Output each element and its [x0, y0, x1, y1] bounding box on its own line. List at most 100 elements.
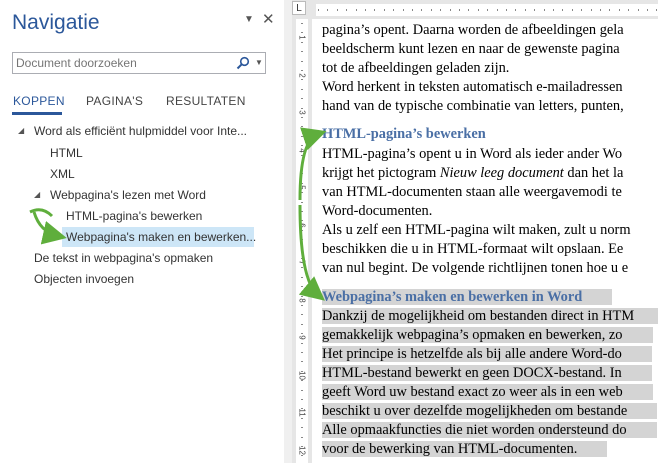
- pane-options-icon[interactable]: ▼: [244, 14, 254, 25]
- ruler-tick: [301, 408, 303, 410]
- heading-item-webpaginas-maken[interactable]: Webpagina's maken en bewerken...: [62, 227, 256, 247]
- document-paragraph-line: van nul begint. De volgende richtlijnen …: [322, 260, 629, 276]
- search-options-icon[interactable]: ▼: [255, 58, 263, 67]
- ruler-tick: [301, 295, 303, 297]
- ruler-tick: [393, 9, 395, 11]
- document-paragraph-line: Het principe is hetzelfde als bij alle a…: [322, 345, 652, 364]
- ruler-tick: [383, 9, 385, 11]
- ruler-tick: [301, 267, 303, 269]
- document-paragraph-line: beeldscherm kunt lezen en naar de gewens…: [322, 41, 620, 57]
- ruler-tick: [301, 182, 303, 184]
- search-input[interactable]: [16, 56, 226, 70]
- document-heading: HTML-pagina’s bewerken: [322, 126, 486, 142]
- ruler-tick: [301, 23, 303, 24]
- heading-item-objecten-invoegen[interactable]: Objecten invoegen: [34, 269, 134, 289]
- ruler-tick: [637, 9, 639, 11]
- document-page[interactable]: pagina’s opent. Daarna worden de afbeeld…: [312, 19, 658, 463]
- ruler-tick: [301, 164, 303, 165]
- ruler-tick: [301, 305, 303, 306]
- document-paragraph-line: Als u zelf een HTML-pagina wilt maken, z…: [322, 222, 631, 238]
- collapse-arrow-icon[interactable]: ◢: [34, 185, 40, 205]
- document-paragraph-line: gemakkelijk webpagina’s opmaken en bewer…: [322, 326, 653, 345]
- search-box[interactable]: ▼: [12, 52, 266, 74]
- ruler-tick: [600, 9, 601, 11]
- ruler-tick: [301, 342, 303, 344]
- ruler-tick: [301, 427, 303, 429]
- ruler-tick: [301, 323, 303, 325]
- heading-item-html[interactable]: HTML: [50, 143, 83, 163]
- ruler-tick: [301, 79, 303, 81]
- ruler-tick: [301, 51, 303, 53]
- ruler-tick: [301, 389, 303, 391]
- ruler-tick: [301, 436, 303, 438]
- ruler-tick: [301, 32, 303, 34]
- ruler-tick: [301, 154, 303, 156]
- ruler-tick: [562, 9, 564, 11]
- document-paragraph-line: pagina’s opent. Daarna worden de afbeeld…: [322, 22, 624, 38]
- document-paragraph-line: Dankzij de mogelijkheid om bestanden dir…: [322, 307, 658, 326]
- ruler-tick: [301, 98, 303, 100]
- navigation-pane-splitter[interactable]: [284, 0, 292, 463]
- ruler-tick: [468, 9, 470, 11]
- ruler-tick: [301, 220, 303, 222]
- heading-item-xml[interactable]: XML: [50, 164, 75, 184]
- ruler-tick: [459, 9, 460, 11]
- heading-item-html-paginas-bewerken[interactable]: HTML-pagina's bewerken: [66, 206, 202, 226]
- ruler-tick: [430, 9, 432, 11]
- ruler-tick: [301, 41, 303, 43]
- ruler-tick: [301, 258, 303, 259]
- heading-item-tekst-opmaken[interactable]: De tekst in webpagina's opmaken: [34, 248, 213, 268]
- ruler-tick: [421, 9, 423, 11]
- ruler-tick: [301, 229, 303, 231]
- ruler-tick: [449, 9, 451, 11]
- ruler-tick: [402, 9, 404, 11]
- tab-paginas[interactable]: PAGINA'S: [86, 94, 143, 108]
- document-paragraph-line: voor de bewerking van HTML-documenten.: [322, 440, 608, 459]
- ruler-tick: [301, 248, 303, 250]
- ruler-tick: [301, 333, 303, 335]
- document-paragraph-line: geeft Word uw bestand exact zo weer als …: [322, 383, 653, 402]
- ruler-tick: [628, 9, 630, 11]
- document-paragraph-line: beschikken die u in HTML-formaat wilt op…: [322, 241, 624, 257]
- navigation-tabs: KOPPEN PAGINA'S RESULTATEN: [0, 92, 284, 115]
- ruler-tick: [327, 9, 329, 11]
- document-paragraph-line: Word herkent in teksten automatisch e-ma…: [322, 79, 623, 95]
- horizontal-ruler[interactable]: [316, 4, 658, 16]
- ruler-tick: [346, 9, 348, 11]
- ruler-tick: [609, 9, 611, 11]
- ruler-tick: [301, 380, 303, 382]
- ruler-tick: [477, 9, 479, 11]
- document-paragraph-line: van HTML-documenten staan alle weergavem…: [322, 184, 622, 200]
- navigation-pane: Navigatie ▼ ✕ ▼ KOPPEN PAGINA'S RESULTAT…: [0, 0, 284, 463]
- ruler-tick: [301, 192, 303, 194]
- ruler-tick: [412, 9, 413, 11]
- ruler-tick: [301, 88, 303, 90]
- active-tab-indicator: [12, 112, 62, 115]
- tab-resultaten[interactable]: RESULTATEN: [166, 94, 246, 108]
- document-paragraph-line: Alle opmaakfuncties die niet worden onde…: [322, 421, 657, 440]
- ruler-tick: [301, 314, 303, 316]
- ruler-tick: [301, 370, 303, 372]
- document-paragraph-line: hand van de typische combinatie van lett…: [322, 98, 624, 114]
- ruler-tick: [301, 446, 303, 447]
- ruler-tick: [571, 9, 573, 11]
- ruler-tick: [301, 211, 303, 212]
- ruler-tick: [647, 9, 648, 11]
- document-paragraph-line: krijgt het pictogram Nieuw leeg document…: [322, 165, 624, 181]
- ruler-tick: [301, 455, 303, 457]
- ruler-tick: [301, 135, 303, 137]
- tab-selector-button[interactable]: L: [292, 1, 306, 15]
- collapse-arrow-icon[interactable]: ◢: [18, 121, 24, 141]
- ruler-tick: [534, 9, 536, 11]
- close-icon[interactable]: ✕: [262, 10, 275, 28]
- ruler-tick: [301, 126, 303, 128]
- vertical-ruler[interactable]: 1 2 3 4 5 6 7 8 9 10 11 12: [296, 19, 308, 463]
- ruler-tick: [301, 276, 303, 278]
- ruler-tick: [487, 9, 489, 11]
- ruler-tick: [301, 361, 303, 363]
- navigation-pane-title: Navigatie: [12, 11, 100, 34]
- tab-koppen[interactable]: KOPPEN: [13, 94, 65, 108]
- search-icon[interactable]: [236, 56, 250, 75]
- ruler-tick: [318, 9, 319, 11]
- ruler-tick: [553, 9, 554, 11]
